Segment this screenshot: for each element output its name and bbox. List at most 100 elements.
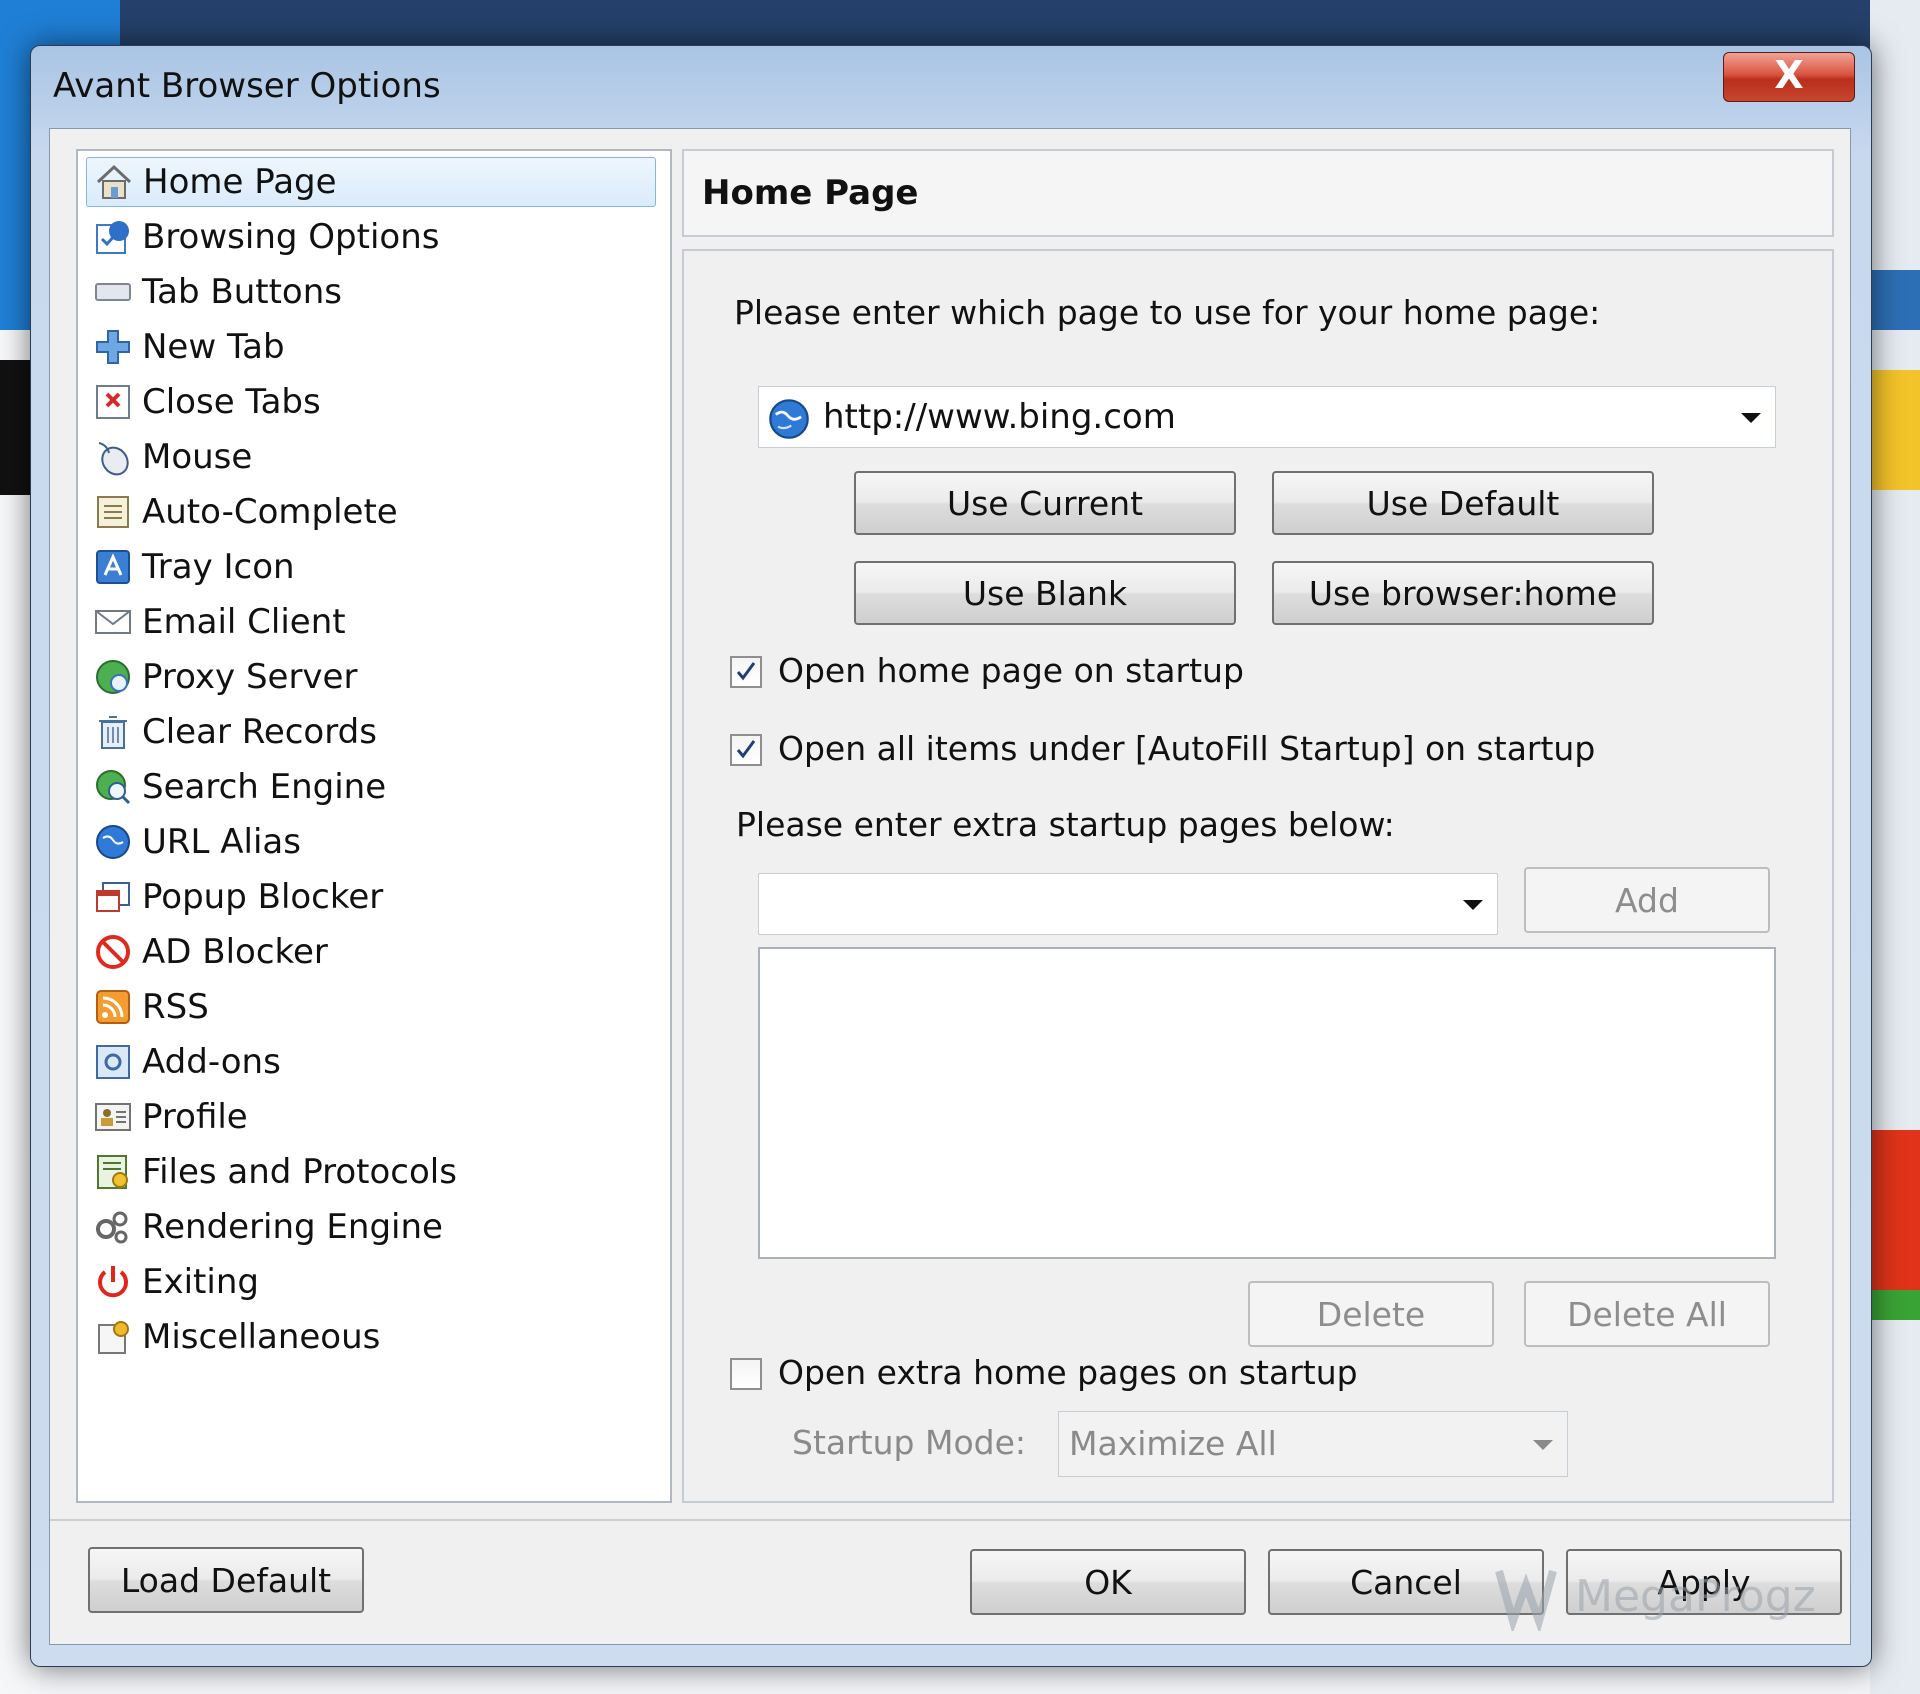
open-autofill-on-startup-checkbox[interactable] bbox=[730, 734, 762, 766]
nav-item-home-page[interactable]: Home Page bbox=[86, 157, 656, 207]
auto-complete-icon bbox=[92, 491, 134, 533]
nav-item-search-engine[interactable]: Search Engine bbox=[86, 762, 656, 812]
nav-item-tray-icon[interactable]: Tray Icon bbox=[86, 542, 656, 592]
files-icon bbox=[92, 1151, 134, 1193]
proxy-globe-icon bbox=[92, 656, 134, 698]
nav-item-label: Exiting bbox=[142, 1262, 259, 1302]
plus-icon bbox=[92, 326, 134, 368]
open-home-on-startup-checkbox[interactable] bbox=[730, 656, 762, 688]
panel-header: Home Page bbox=[682, 149, 1834, 237]
nav-item-auto-complete[interactable]: Auto-Complete bbox=[86, 487, 656, 537]
extra-url-combobox[interactable] bbox=[758, 873, 1498, 935]
nav-item-proxy-server[interactable]: Proxy Server bbox=[86, 652, 656, 702]
browsing-options-icon bbox=[92, 216, 134, 258]
nav-item-profile[interactable]: Profile bbox=[86, 1092, 656, 1142]
use-default-button[interactable]: Use Default bbox=[1272, 471, 1654, 535]
gears-icon bbox=[92, 1206, 134, 1248]
nav-item-label: Tab Buttons bbox=[142, 272, 342, 312]
home-url-value: http://www.bing.com bbox=[823, 397, 1176, 437]
nav-item-label: New Tab bbox=[142, 327, 285, 367]
email-icon bbox=[92, 601, 134, 643]
nav-item-label: Files and Protocols bbox=[142, 1152, 457, 1192]
ok-button[interactable]: OK bbox=[970, 1549, 1246, 1615]
nav-item-label: Mouse bbox=[142, 437, 253, 477]
use-current-button[interactable]: Use Current bbox=[854, 471, 1236, 535]
background-right-button bbox=[1870, 1290, 1920, 1320]
panel-title: Home Page bbox=[702, 173, 919, 213]
delete-all-button[interactable]: Delete All bbox=[1524, 1281, 1770, 1347]
home-page-prompt: Please enter which page to use for your … bbox=[734, 293, 1601, 332]
nav-item-tab-buttons[interactable]: Tab Buttons bbox=[86, 267, 656, 317]
nav-item-label: Proxy Server bbox=[142, 657, 358, 697]
check-icon bbox=[736, 740, 756, 759]
nav-item-clear-records[interactable]: Clear Records bbox=[86, 707, 656, 757]
nav-item-popup-blocker[interactable]: Popup Blocker bbox=[86, 872, 656, 922]
delete-button[interactable]: Delete bbox=[1248, 1281, 1494, 1347]
nav-item-label: Browsing Options bbox=[142, 217, 440, 257]
close-tabs-icon bbox=[92, 381, 134, 423]
mouse-icon bbox=[92, 436, 134, 478]
watermark: MegaProgz bbox=[1491, 1546, 1851, 1646]
nav-item-new-tab[interactable]: New Tab bbox=[86, 322, 656, 372]
nav-item-label: Profile bbox=[142, 1097, 248, 1137]
popup-blocker-icon bbox=[92, 876, 134, 918]
nav-item-browsing-options[interactable]: Browsing Options bbox=[86, 212, 656, 262]
extra-pages-prompt: Please enter extra startup pages below: bbox=[736, 805, 1395, 844]
chevron-down-icon[interactable] bbox=[1741, 413, 1761, 423]
nav-item-rss[interactable]: RSS bbox=[86, 982, 656, 1032]
nav-item-close-tabs[interactable]: Close Tabs bbox=[86, 377, 656, 427]
watermark-text: MegaProgz bbox=[1575, 1570, 1816, 1622]
search-globe-icon bbox=[92, 766, 134, 808]
startup-mode-select[interactable]: Maximize All bbox=[1058, 1411, 1568, 1477]
nav-item-label: Email Client bbox=[142, 602, 346, 642]
load-default-button[interactable]: Load Default bbox=[88, 1547, 364, 1613]
home-icon bbox=[93, 161, 135, 203]
nav-item-email-client[interactable]: Email Client bbox=[86, 597, 656, 647]
nav-item-add-ons[interactable]: Add-ons bbox=[86, 1037, 656, 1087]
nav-item-label: URL Alias bbox=[142, 822, 301, 862]
nav-item-label: Add-ons bbox=[142, 1042, 281, 1082]
extra-pages-list[interactable] bbox=[758, 947, 1776, 1259]
watermark-logo-icon bbox=[1495, 1569, 1557, 1631]
globe-icon bbox=[92, 821, 134, 863]
close-button[interactable]: X bbox=[1723, 52, 1855, 102]
background-right-ad bbox=[1870, 1130, 1920, 1300]
profile-icon bbox=[92, 1096, 134, 1138]
nav-item-files-and-protocols[interactable]: Files and Protocols bbox=[86, 1147, 656, 1197]
nav-item-ad-blocker[interactable]: AD Blocker bbox=[86, 927, 656, 977]
use-blank-button[interactable]: Use Blank bbox=[854, 561, 1236, 625]
tray-icon bbox=[92, 546, 134, 588]
nav-item-label: RSS bbox=[142, 987, 209, 1027]
power-icon bbox=[92, 1261, 134, 1303]
nav-item-rendering-engine[interactable]: Rendering Engine bbox=[86, 1202, 656, 1252]
nav-item-miscellaneous[interactable]: Miscellaneous bbox=[86, 1312, 656, 1362]
nav-item-url-alias[interactable]: URL Alias bbox=[86, 817, 656, 867]
addons-icon bbox=[92, 1041, 134, 1083]
nav-item-label: Miscellaneous bbox=[142, 1317, 381, 1357]
background-right-bar bbox=[1870, 270, 1920, 330]
close-icon: X bbox=[1774, 53, 1804, 97]
use-browser-home-button[interactable]: Use browser:home bbox=[1272, 561, 1654, 625]
nav-item-mouse[interactable]: Mouse bbox=[86, 432, 656, 482]
footer-divider bbox=[50, 1519, 1850, 1521]
nav-item-label: Rendering Engine bbox=[142, 1207, 443, 1247]
open-autofill-on-startup-label: Open all items under [AutoFill Startup] … bbox=[778, 729, 1596, 768]
chevron-down-icon[interactable] bbox=[1533, 1440, 1553, 1450]
startup-mode-value: Maximize All bbox=[1069, 1424, 1277, 1463]
open-extra-on-startup-checkbox[interactable] bbox=[730, 1358, 762, 1390]
home-url-combobox[interactable]: http://www.bing.com bbox=[758, 386, 1776, 448]
rss-icon bbox=[92, 986, 134, 1028]
globe-icon bbox=[767, 397, 811, 445]
nav-item-label: Tray Icon bbox=[142, 547, 295, 587]
nav-item-label: Home Page bbox=[143, 162, 337, 202]
nav-item-exiting[interactable]: Exiting bbox=[86, 1257, 656, 1307]
chevron-down-icon[interactable] bbox=[1463, 900, 1483, 910]
options-category-list[interactable]: Home Page Browsing Options Tab Buttons N… bbox=[76, 149, 672, 1503]
home-page-settings-panel: Please enter which page to use for your … bbox=[682, 249, 1834, 1503]
tab-buttons-icon bbox=[92, 271, 134, 313]
background-right-banner bbox=[1870, 370, 1920, 490]
nav-item-label: Close Tabs bbox=[142, 382, 321, 422]
add-button[interactable]: Add bbox=[1524, 867, 1770, 933]
check-icon bbox=[736, 662, 756, 681]
nav-item-label: AD Blocker bbox=[142, 932, 328, 972]
